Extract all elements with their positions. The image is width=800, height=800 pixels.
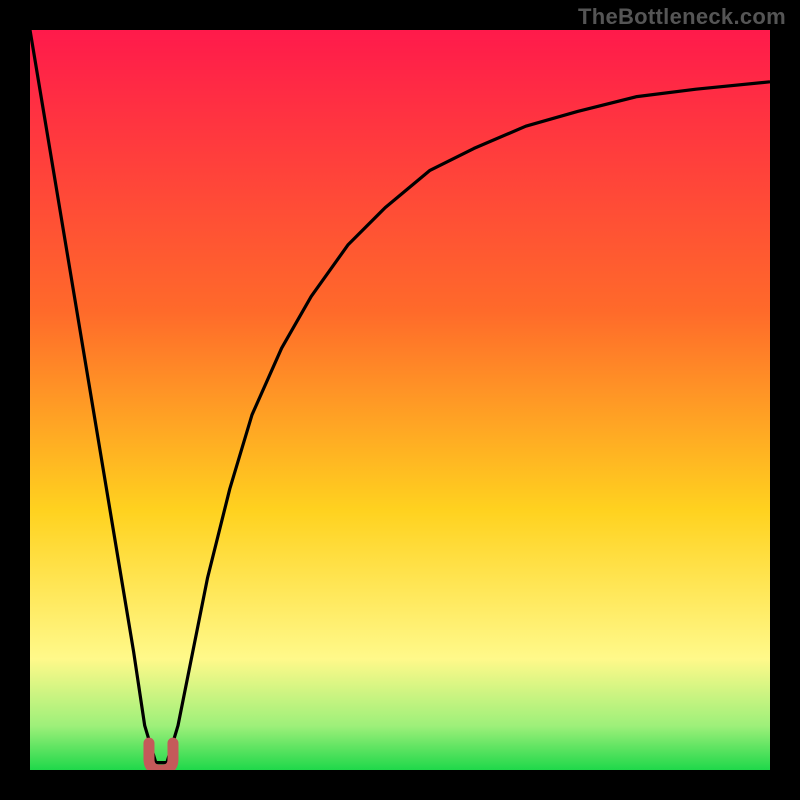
plot-area xyxy=(30,30,770,770)
chart-frame: TheBottleneck.com xyxy=(0,0,800,800)
watermark-text: TheBottleneck.com xyxy=(578,4,786,30)
gradient-background xyxy=(30,30,770,770)
chart-svg xyxy=(30,30,770,770)
